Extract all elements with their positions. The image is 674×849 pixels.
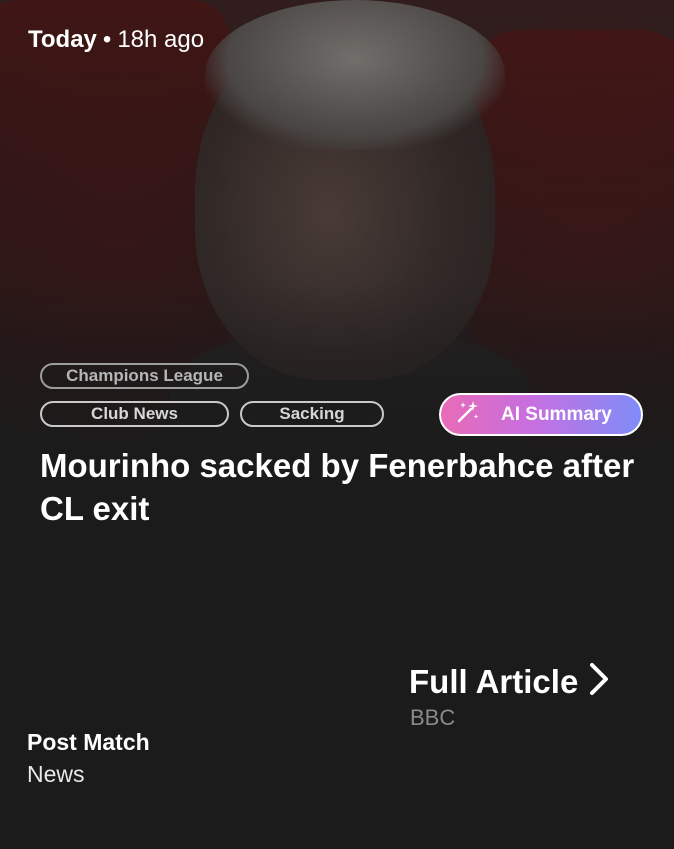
full-article-label: Full Article: [409, 662, 579, 700]
ai-summary-button[interactable]: AI Summary: [439, 393, 643, 436]
chevron-right-icon: [588, 662, 610, 701]
separator: •: [102, 26, 112, 53]
tag-label: Club News: [91, 404, 178, 423]
source-label: BBC: [410, 705, 456, 730]
full-article-link[interactable]: Full Article: [409, 662, 610, 701]
day-label: Today: [28, 26, 97, 53]
tag-club-news[interactable]: Club News: [40, 401, 229, 427]
ai-summary-label: AI Summary: [501, 403, 612, 425]
category-block: Post Match News: [27, 729, 150, 788]
category-secondary: News: [27, 761, 85, 787]
category-primary: Post Match: [27, 729, 150, 755]
age-label: 18h ago: [117, 26, 205, 53]
tag-label: Champions League: [66, 366, 223, 385]
magic-wand-icon: [455, 399, 481, 430]
tag-label: Sacking: [279, 404, 345, 423]
tag-sacking[interactable]: Sacking: [240, 401, 384, 427]
timestamp-line: Today • 18h ago: [28, 26, 204, 54]
tag-champions-league[interactable]: Champions League: [40, 363, 249, 389]
article-headline[interactable]: Mourinho sacked by Fenerbahce after CL e…: [40, 444, 640, 530]
